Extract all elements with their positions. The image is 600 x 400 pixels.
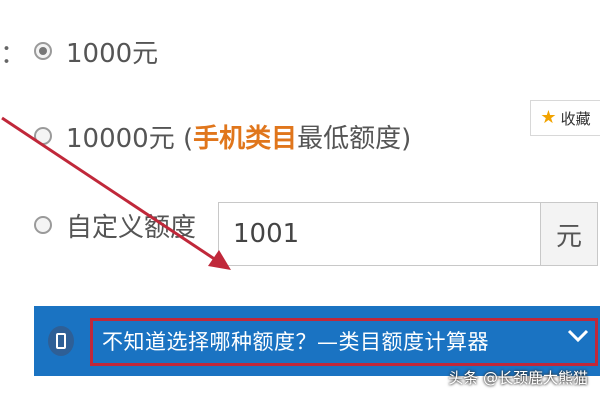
chevron-down-icon[interactable] [566, 328, 590, 344]
phone-icon [48, 326, 74, 356]
calculator-bar-text: 不知道选择哪种额度？—类目额度计算器 [102, 330, 489, 354]
watermark: 头条 @长颈鹿大熊猫 [448, 369, 588, 387]
calculator-bar[interactable]: 不知道选择哪种额度？—类目额度计算器 [34, 306, 600, 376]
